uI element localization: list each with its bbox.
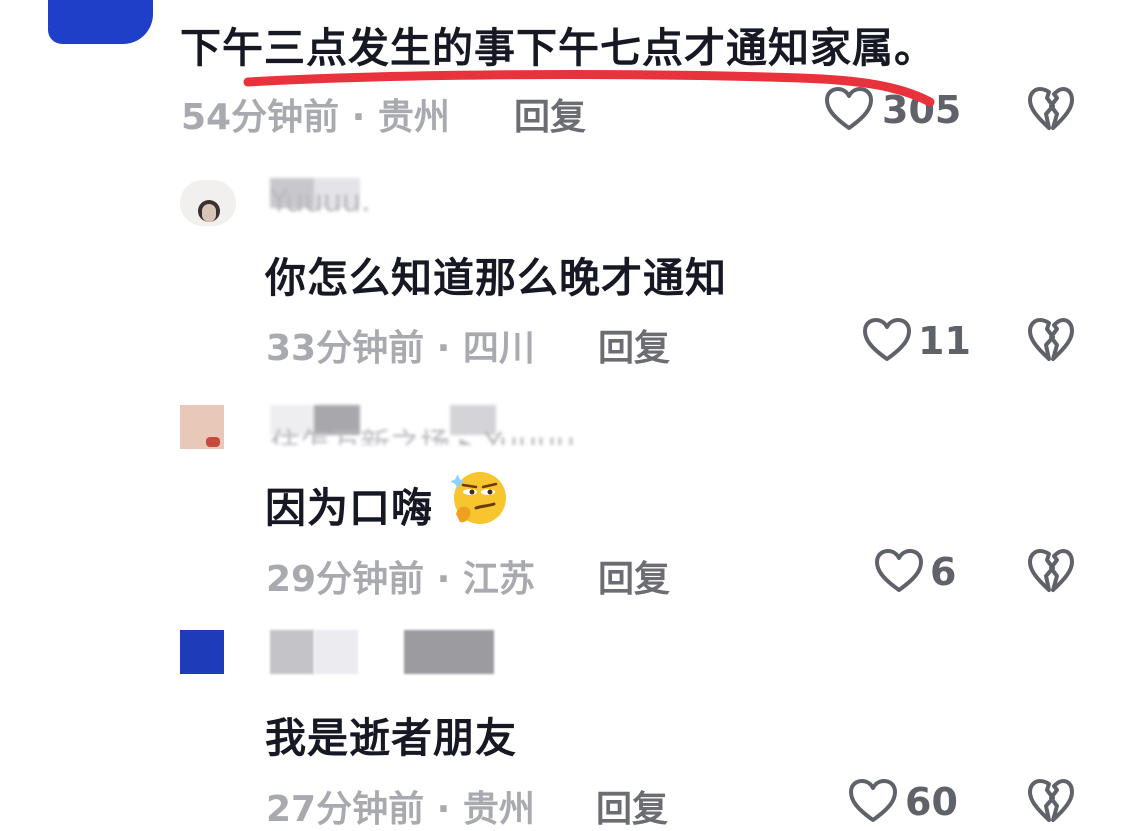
broken-heart-icon[interactable] <box>1027 548 1075 594</box>
reply-text: 因为口嗨 <box>265 484 433 532</box>
reply-text: 我是逝者朋友 <box>265 714 517 762</box>
avatar[interactable] <box>180 405 224 449</box>
like-count: 11 <box>918 319 971 363</box>
broken-heart-icon[interactable] <box>1027 317 1075 363</box>
reply-time-location: 27分钟前 · 贵州 <box>266 789 535 830</box>
reply-time-location: 33分钟前 · 四川 <box>266 328 535 369</box>
reply-time-location: 29分钟前 · 江苏 <box>266 559 535 600</box>
broken-heart-icon[interactable] <box>1027 86 1075 132</box>
smirk-thinking-emoji <box>448 468 508 532</box>
red-underline-annotation <box>240 66 940 120</box>
username[interactable] <box>270 630 500 674</box>
avatar[interactable] <box>180 630 224 674</box>
heart-outline-icon[interactable] <box>874 548 924 594</box>
reply-button[interactable]: 回复 <box>596 780 668 831</box>
reply-button[interactable]: 回复 <box>598 319 670 371</box>
comment-text: 下午三点发生的事下午七点才通知家属。 <box>180 24 936 72</box>
broken-heart-icon[interactable] <box>1027 778 1075 824</box>
username[interactable]: Yuuuu. <box>270 178 390 212</box>
heart-outline-icon[interactable] <box>848 778 898 824</box>
avatar[interactable] <box>48 0 153 44</box>
username[interactable]: 住怎万新之场 ▸ Yuuuu. <box>270 405 700 445</box>
reply-button[interactable]: 回复 <box>598 550 670 602</box>
heart-outline-icon[interactable] <box>862 317 912 363</box>
like-count: 6 <box>930 550 957 594</box>
reply-text: 你怎么知道那么晚才通知 <box>265 254 727 302</box>
like-count: 60 <box>905 780 958 824</box>
comment-thread: 下午三点发生的事下午七点才通知家属。 54分钟前 · 贵州 回复 305 Yuu… <box>0 0 1125 831</box>
avatar[interactable] <box>180 180 236 226</box>
